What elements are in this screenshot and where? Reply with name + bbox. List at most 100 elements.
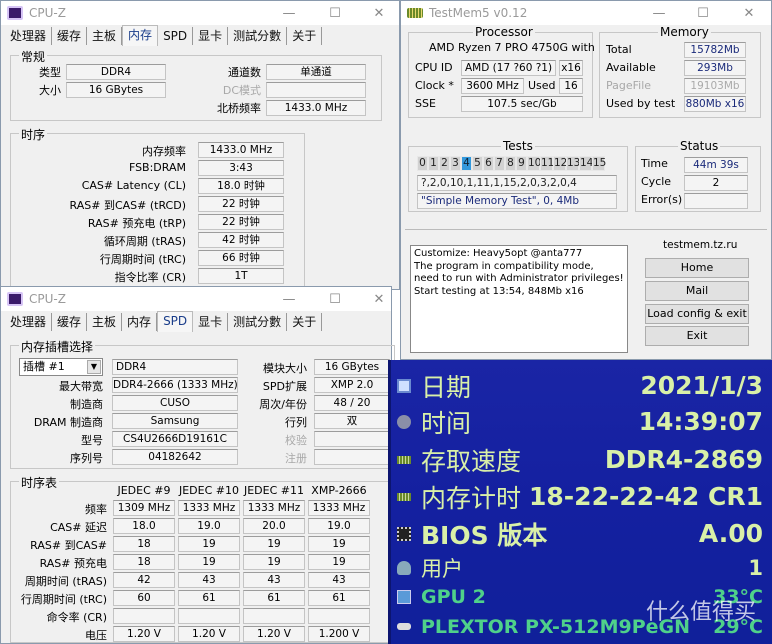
spd-right-value: XMP 2.0: [314, 377, 390, 393]
timing-value: 1T: [198, 268, 284, 284]
table-cell: 43: [178, 572, 240, 588]
type-label: 类型: [39, 66, 61, 79]
spd-right-value: 48 / 20: [314, 395, 390, 411]
spd-right-value: 双: [314, 413, 390, 429]
sidebar-row: 存取速度 DDR4-2869: [391, 444, 771, 476]
timing-label: 指令比率 (CR): [114, 271, 186, 284]
table-cell: 19: [243, 554, 305, 570]
table-cell: 18: [113, 554, 175, 570]
timings-group-label: 时序: [19, 126, 48, 143]
general-group: 常规 类型 DDR4 大小 16 GBytes 通道数 单通道 DC模式 北桥频…: [10, 48, 382, 121]
spd-right-label: 模块大小: [263, 362, 307, 375]
tab-mainboard[interactable]: 主板: [87, 27, 123, 45]
table-cell: 19.0: [178, 518, 240, 534]
close-button[interactable]: ✕: [731, 1, 767, 25]
test-number: 4: [461, 156, 472, 171]
user-icon: [397, 560, 411, 575]
table-cell: [113, 608, 175, 624]
home-button[interactable]: Home: [645, 258, 749, 278]
sse-value: 107.5 sec/Gb: [461, 96, 583, 112]
sidebar-row-value: 14:39:07: [638, 407, 763, 436]
slot-select[interactable]: 插槽 #1 ▼: [19, 358, 103, 376]
cpuz-logo-icon: [7, 292, 23, 306]
log-textarea[interactable]: Customize: Heavy5opt @anta777 The program…: [410, 245, 628, 353]
close-button[interactable]: ✕: [361, 1, 397, 25]
used-label: Used: [528, 79, 556, 92]
table-cell: 18.0: [113, 518, 175, 534]
sidebar-row: 时间 14:39:07: [391, 406, 771, 438]
timing-value: 66 时钟: [198, 250, 284, 266]
drive-icon: [397, 623, 411, 630]
close-button[interactable]: ✕: [361, 287, 397, 311]
tab-cache[interactable]: 缓存: [52, 313, 88, 331]
memory-group: Memory Total 15782Mb Available 293Mb PageFil…: [599, 25, 761, 118]
spd-value: Samsung: [112, 413, 238, 429]
tab-memory[interactable]: 内存: [122, 313, 158, 331]
tab-bench[interactable]: 测試分數: [228, 27, 288, 45]
minimize-button[interactable]: —: [271, 1, 307, 25]
divider: [405, 229, 767, 230]
table-cell: [308, 608, 370, 624]
spd-right-label: 校验: [285, 434, 307, 447]
table-cell: 61: [243, 590, 305, 606]
sidebar-row-label: 时间: [421, 408, 472, 438]
chevron-down-icon[interactable]: ▼: [87, 360, 101, 374]
cpuz-logo-icon: [7, 6, 23, 20]
spd-right-value: [314, 431, 390, 447]
tab-bench[interactable]: 测試分數: [228, 313, 288, 331]
table-cell: 1333 MHz: [308, 500, 370, 516]
table-cell: 43: [243, 572, 305, 588]
table-cell: 1333 MHz: [243, 500, 305, 516]
test-number: 3: [450, 156, 461, 171]
minimize-button[interactable]: —: [271, 287, 307, 311]
tab-spd[interactable]: SPD: [158, 27, 194, 45]
timing-table-group: 时序表 JEDEC #9 JEDEC #10 JEDEC #11 XMP-2666 频率…: [10, 474, 395, 643]
table-cell: 18: [113, 536, 175, 552]
table-cell: 1.20 V: [178, 626, 240, 642]
cpuid-label: CPU ID: [415, 61, 453, 74]
cpu-name: AMD Ryzen 7 PRO 4750G with: [429, 41, 595, 54]
test-number: 15: [592, 156, 607, 171]
test-number: 13: [566, 156, 581, 171]
table-cell: 19: [308, 554, 370, 570]
test-number: 10: [527, 156, 542, 171]
table-cell: 19.0: [308, 518, 370, 534]
cycle-label: Cycle: [641, 175, 672, 188]
spd-label: 制造商: [70, 398, 103, 411]
spd-right-value: 16 GBytes: [314, 359, 390, 375]
spd-right-label: 注册: [285, 452, 307, 465]
table-cell: [243, 608, 305, 624]
sidebar-row-value: 1: [748, 555, 763, 580]
table-row-label: 周期时间 (tRAS): [24, 575, 107, 588]
status-group: Status Time 44m 39s Cycle 2 Error(s): [635, 139, 761, 212]
maximize-button[interactable]: ☐: [317, 1, 353, 25]
tab-mainboard[interactable]: 主板: [87, 313, 123, 331]
memory-row-label: PageFile: [606, 79, 652, 92]
timing-label: RAS# 预充电 (tRP): [87, 217, 186, 230]
minimize-button[interactable]: —: [641, 1, 677, 25]
mail-button[interactable]: Mail: [645, 281, 749, 301]
tab-about[interactable]: 关于: [287, 27, 323, 45]
maximize-button[interactable]: ☐: [317, 287, 353, 311]
load-config-exit-button[interactable]: Load config & exit: [645, 304, 749, 324]
timing-label: 行周期时间 (tRC): [99, 253, 186, 266]
test-number: 11: [540, 156, 555, 171]
tab-cache[interactable]: 缓存: [52, 27, 88, 45]
tab-processor[interactable]: 处理器: [5, 313, 53, 331]
tab-graphics[interactable]: 显卡: [193, 313, 229, 331]
table-row-label: CAS# 延迟: [50, 521, 107, 534]
used-value: 16: [559, 78, 583, 94]
spd-right-value: [314, 449, 390, 465]
tab-about[interactable]: 关于: [287, 313, 323, 331]
tab-spd[interactable]: SPD: [157, 311, 194, 332]
log-line: Customize: Heavy5opt @anta777: [414, 248, 583, 259]
exit-button[interactable]: Exit: [645, 326, 749, 346]
table-cell: 1.20 V: [243, 626, 305, 642]
test-number: 2: [439, 156, 450, 171]
tab-processor[interactable]: 处理器: [5, 27, 53, 45]
clock-value: 3600 MHz: [461, 78, 524, 94]
tab-memory[interactable]: 内存: [122, 25, 159, 46]
maximize-button[interactable]: ☐: [685, 1, 721, 25]
table-cell: 1309 MHz: [113, 500, 175, 516]
tab-graphics[interactable]: 显卡: [193, 27, 229, 45]
